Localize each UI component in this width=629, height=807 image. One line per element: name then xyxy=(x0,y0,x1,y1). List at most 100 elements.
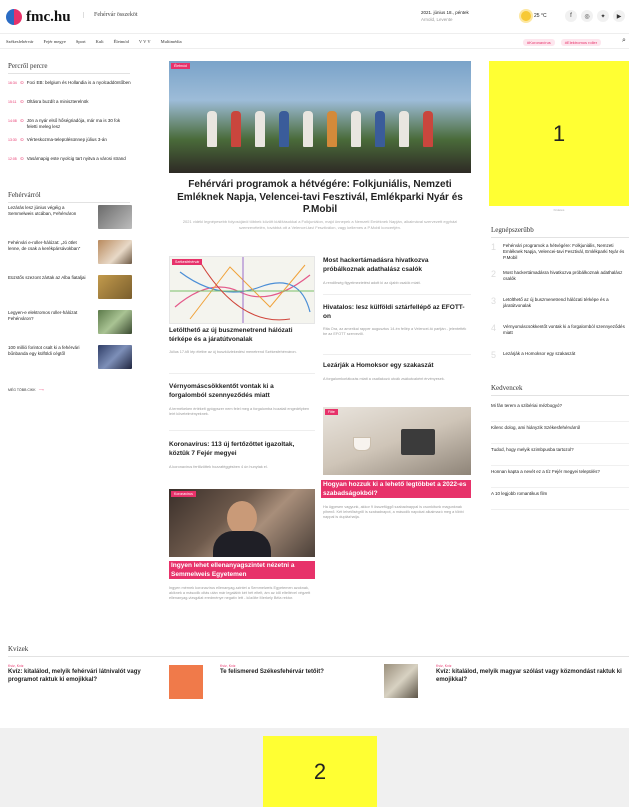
article-title[interactable]: Koronavírus: 113 új fertőzöttet igazolta… xyxy=(169,441,313,458)
hero-lead: 2021 vidéki legnépesebb folyosójáról töb… xyxy=(182,219,458,230)
article-title-highlight[interactable]: Ingyen lehet ellenanyagszintet nézetni a… xyxy=(169,561,315,579)
list-item[interactable]: Lezárás lesz június végéig a Semmelweis … xyxy=(8,205,132,240)
dancer-figure xyxy=(327,111,337,147)
nav-item-kult[interactable]: Kult xyxy=(96,39,104,44)
facebook-icon[interactable]: f xyxy=(565,10,577,22)
item-text: Eüzstős szezont zártak az Alba fiataljai xyxy=(8,275,86,280)
live-icon: ⊙ xyxy=(20,118,24,123)
list-item[interactable]: 1 Fehérvári programok a hétvégére: Folkj… xyxy=(491,243,629,270)
article-title[interactable]: Letölthető az új buszmenetrend hálózati … xyxy=(169,327,313,344)
article-lead: Ha ügyesen vagyunk, akkor 9 összefüggő s… xyxy=(323,505,464,519)
article-title[interactable]: Lezárják a Homoksor egy szakaszát xyxy=(323,362,471,371)
quiz-card[interactable]: Kvíz, Kvíz Kvíz: kitalálod, melyik fehér… xyxy=(8,664,168,684)
list-item[interactable]: Legyen-e elektromos roller-hálózat Fehér… xyxy=(8,310,132,345)
live-icon: ⊙ xyxy=(20,80,24,85)
article-title[interactable]: Most hackertámadásra hivatkozva próbálko… xyxy=(323,257,471,274)
article-lead: A termékeken értékelt gyógyszer nem fele… xyxy=(169,407,310,416)
youtube-icon[interactable]: ▶ xyxy=(613,10,625,22)
article-lead: Rita Ora, az amerikai rapper augusztus 1… xyxy=(323,327,467,336)
list-item[interactable]: 100 millió forintot csalt ki a fehérvári… xyxy=(8,345,132,380)
item-text: 100 millió forintot csalt ki a fehérvári… xyxy=(8,345,80,356)
item-text: Foci EB: belgium és Hollandia is a nyolc… xyxy=(26,80,131,85)
tag-pill-koronavirus[interactable]: #Koronavírus xyxy=(523,39,555,46)
article-thumbnail xyxy=(98,205,132,229)
portrait-face xyxy=(227,501,257,535)
rank-number: 4 xyxy=(491,323,497,333)
item-time: 16:34 xyxy=(8,81,17,85)
list-item[interactable]: Tudod, hogy melyik szimbpusba tartozol? xyxy=(491,444,629,466)
list-item[interactable]: Honnan kapta a nevét ez a tíz Fejér megy… xyxy=(491,466,629,488)
list-item[interactable]: 12:05 ⊙ Vasárnapig este nyolcig tart nyi… xyxy=(8,156,132,175)
hero-image[interactable]: Életmód xyxy=(169,61,471,173)
transit-map-lines xyxy=(170,257,314,323)
site-logo[interactable]: fmc.hu xyxy=(6,8,71,26)
rank-number: 3 xyxy=(491,296,497,306)
ad-slot-1[interactable]: 1 xyxy=(489,61,629,206)
dancer-figure xyxy=(375,111,385,147)
quiz-thumbnail[interactable] xyxy=(169,665,203,699)
list-item[interactable]: 15:11 ⊙ Oltásra buzdít a miniszterelnök xyxy=(8,99,132,118)
nav-item-multimedia[interactable]: Multimédia xyxy=(161,39,182,44)
item-text: Jön a nyár első hőségriadója, már ma is … xyxy=(26,118,121,129)
list-item[interactable]: 4 Vérnyomáscsökkentőt vontak ki a forgal… xyxy=(491,324,629,351)
item-time: 13:30 xyxy=(8,138,17,142)
live-icon: ⊙ xyxy=(20,99,24,104)
nav-item-vvv[interactable]: V V V xyxy=(139,39,151,44)
section-title-favorites: Kedvencek xyxy=(491,384,629,396)
search-icon[interactable]: ⌕ xyxy=(622,37,626,45)
laptop-shape xyxy=(401,429,435,455)
article-title[interactable]: Hivatalos: lesz külföldi sztárfellépő az… xyxy=(323,304,471,321)
instagram-icon[interactable]: ◎ xyxy=(581,10,593,22)
current-date: 2021. június 18., péntek xyxy=(421,10,469,15)
item-time: 14:08 xyxy=(8,119,17,123)
list-item[interactable]: 16:34 ⊙ Foci EB: belgium és Hollandia is… xyxy=(8,80,132,99)
nav-item-eletmod[interactable]: Életmód xyxy=(114,39,129,44)
popular-list: 1 Fehérvári programok a hétvégére: Folkj… xyxy=(491,243,629,378)
temperature: 25 °C xyxy=(534,13,547,19)
quiz-card[interactable]: Kvíz, Kvíz Kvíz: kitalálod, melyik magya… xyxy=(436,664,626,684)
nav-item-fejer-megye[interactable]: Fejér megye xyxy=(43,39,65,44)
article-lead: A rendőrség figyelmeztetést adott ki az … xyxy=(323,281,421,285)
dancer-figure xyxy=(423,111,433,147)
twitter-icon[interactable]: ✦ xyxy=(597,10,609,22)
live-icon: ⊙ xyxy=(20,137,24,142)
ad-slot-2[interactable]: 2 xyxy=(263,736,377,807)
nav-item-szekesfehervar[interactable]: Székesfehérvár xyxy=(6,39,33,44)
ad-caption: hirdetés xyxy=(553,208,565,212)
doctor-image[interactable]: Koronavírus xyxy=(169,489,315,557)
item-text: Lezárják a Homoksor egy szakaszát xyxy=(503,351,576,356)
transit-map-image[interactable]: Székesfehérvár xyxy=(169,256,315,324)
hero-title[interactable]: Fehérvári programok a hétvégére: Folkjun… xyxy=(172,179,468,217)
dateline: 2021. június 18., péntek Arnold, Levente xyxy=(421,9,469,23)
article-title-highlight[interactable]: Hogyan hozzuk ki a lehető legtöbbet a 20… xyxy=(321,480,471,498)
list-item[interactable]: 3 Letölthető az új buszmenetrend hálózat… xyxy=(491,297,629,324)
article-title[interactable]: Vérnyomáscsökkentőt vontak ki a forgalom… xyxy=(169,383,313,400)
list-item[interactable]: 2 Most hackertámadásra hivatkozva próbál… xyxy=(491,270,629,297)
quiz-card[interactable]: Kvíz, Kvíz Te felismered Székesfehérvár … xyxy=(220,664,375,677)
tag-pill-roller[interactable]: #Elektromos roller xyxy=(560,39,602,46)
weather-widget: 25 °C xyxy=(521,11,547,21)
more-articles-link[interactable]: MÉG TÖBB CIKK ⟶ xyxy=(8,388,44,392)
list-item[interactable]: Kilenc dolog, ami hiányzik Székesfehérvá… xyxy=(491,422,629,444)
list-item[interactable]: 13:30 ⊙ Vérteskozma-településünnep júliu… xyxy=(8,137,132,156)
list-item[interactable]: 14:08 ⊙ Jön a nyár első hőségriadója, má… xyxy=(8,118,132,137)
nameday: Arnold, Levente xyxy=(421,17,453,22)
list-item[interactable]: Eüzstős szezont zártak az Alba fiataljai xyxy=(8,275,132,310)
article-thumbnail xyxy=(98,240,132,264)
list-item[interactable]: A 10 legjobb romantikus film xyxy=(491,488,629,510)
item-text: Oltásra buzdít a miniszterelnök xyxy=(26,99,89,104)
desk-image[interactable]: Fitte xyxy=(323,407,471,475)
quiz-thumbnail[interactable] xyxy=(384,664,418,698)
item-text: Vérteskozma-településünnep július 3-án xyxy=(26,137,107,142)
logo-mark-icon xyxy=(6,9,22,25)
nav-item-sport[interactable]: Sport xyxy=(76,39,86,44)
quiz-title: Kvíz: kitalálod, melyik fehérvári látniv… xyxy=(8,669,141,683)
list-item[interactable]: Mi fán terem a szibériai mézbogyó? xyxy=(491,400,629,422)
section-title-popular: Legnépszerűbb xyxy=(491,226,629,238)
dancer-figure xyxy=(279,111,289,147)
list-item[interactable]: Fehérvári e-roller-hálózat: „Jó ötlet le… xyxy=(8,240,132,275)
favorites-list: Mi fán terem a szibériai mézbogyó? Kilen… xyxy=(491,400,629,510)
item-time: 15:11 xyxy=(8,100,17,104)
list-item[interactable]: 5 Lezárják a Homoksor egy szakaszát xyxy=(491,351,629,378)
category-tag: Fitte xyxy=(325,409,338,415)
